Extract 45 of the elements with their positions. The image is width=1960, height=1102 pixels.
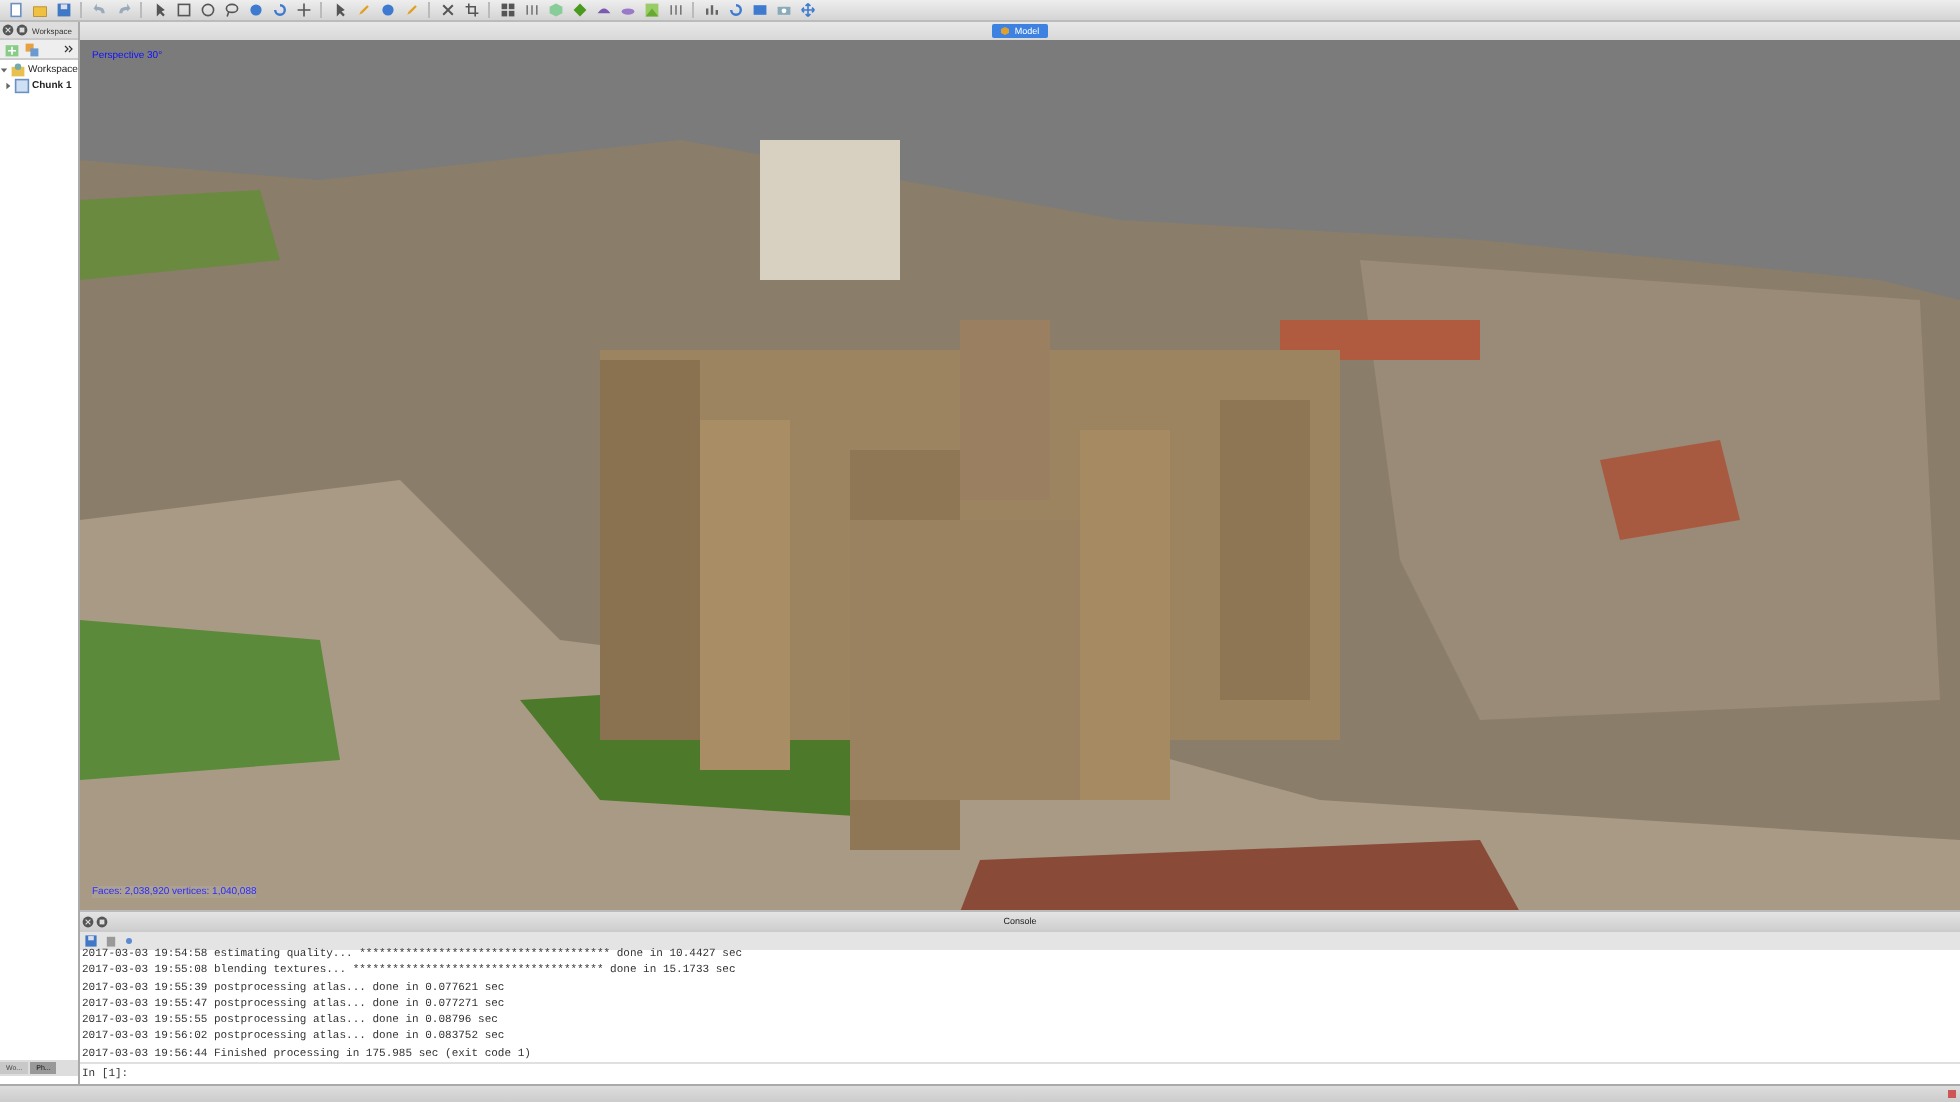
pencil-icon[interactable] [403,2,419,18]
more-icon[interactable] [64,44,74,54]
add-chunk-icon[interactable] [4,41,20,57]
folder-icon[interactable] [31,2,47,18]
add-photos-icon[interactable] [24,41,40,57]
page-icon[interactable] [7,2,23,18]
rotate-icon[interactable] [271,2,287,18]
bars-icon[interactable] [667,2,683,18]
cursor-icon[interactable] [151,2,167,18]
resize-grip-icon [1948,1090,1956,1098]
save-icon[interactable] [84,934,98,949]
save-icon[interactable] [55,2,71,18]
pencil-icon[interactable] [355,2,371,18]
cursor-icon[interactable] [331,2,347,18]
redo-icon[interactable] [115,2,131,18]
circle-icon[interactable] [199,2,215,18]
rotate-icon[interactable] [727,2,743,18]
clear-icon[interactable] [104,934,118,949]
grid-icon[interactable] [499,2,515,18]
chart-icon[interactable] [703,2,719,18]
ellipse-icon[interactable] [619,2,635,18]
texture-icon[interactable] [643,2,659,18]
cross-icon[interactable] [439,2,455,18]
chunk-icon [14,78,30,94]
solid-shape-icon[interactable] [571,2,587,18]
python-icon[interactable] [124,936,134,947]
close-icon[interactable] [82,915,94,928]
float-icon[interactable] [16,24,28,36]
expanded-caret-icon[interactable] [0,66,8,74]
bars-icon[interactable] [523,2,539,18]
sphere-icon[interactable] [247,2,263,18]
float-icon[interactable] [96,915,108,928]
rectangle-icon[interactable] [175,2,191,18]
close-icon[interactable] [2,24,14,36]
collapsed-caret-icon[interactable] [4,82,12,90]
dome-icon[interactable] [595,2,611,18]
screen-icon[interactable] [751,2,767,18]
crop-icon[interactable] [463,2,479,18]
arrows-icon[interactable] [799,2,815,18]
move-icon[interactable] [295,2,311,18]
sphere-icon[interactable] [379,2,395,18]
camera-icon[interactable] [775,2,791,18]
lasso-icon[interactable] [223,2,239,18]
undo-icon[interactable] [91,2,107,18]
workspace-icon [10,62,26,78]
